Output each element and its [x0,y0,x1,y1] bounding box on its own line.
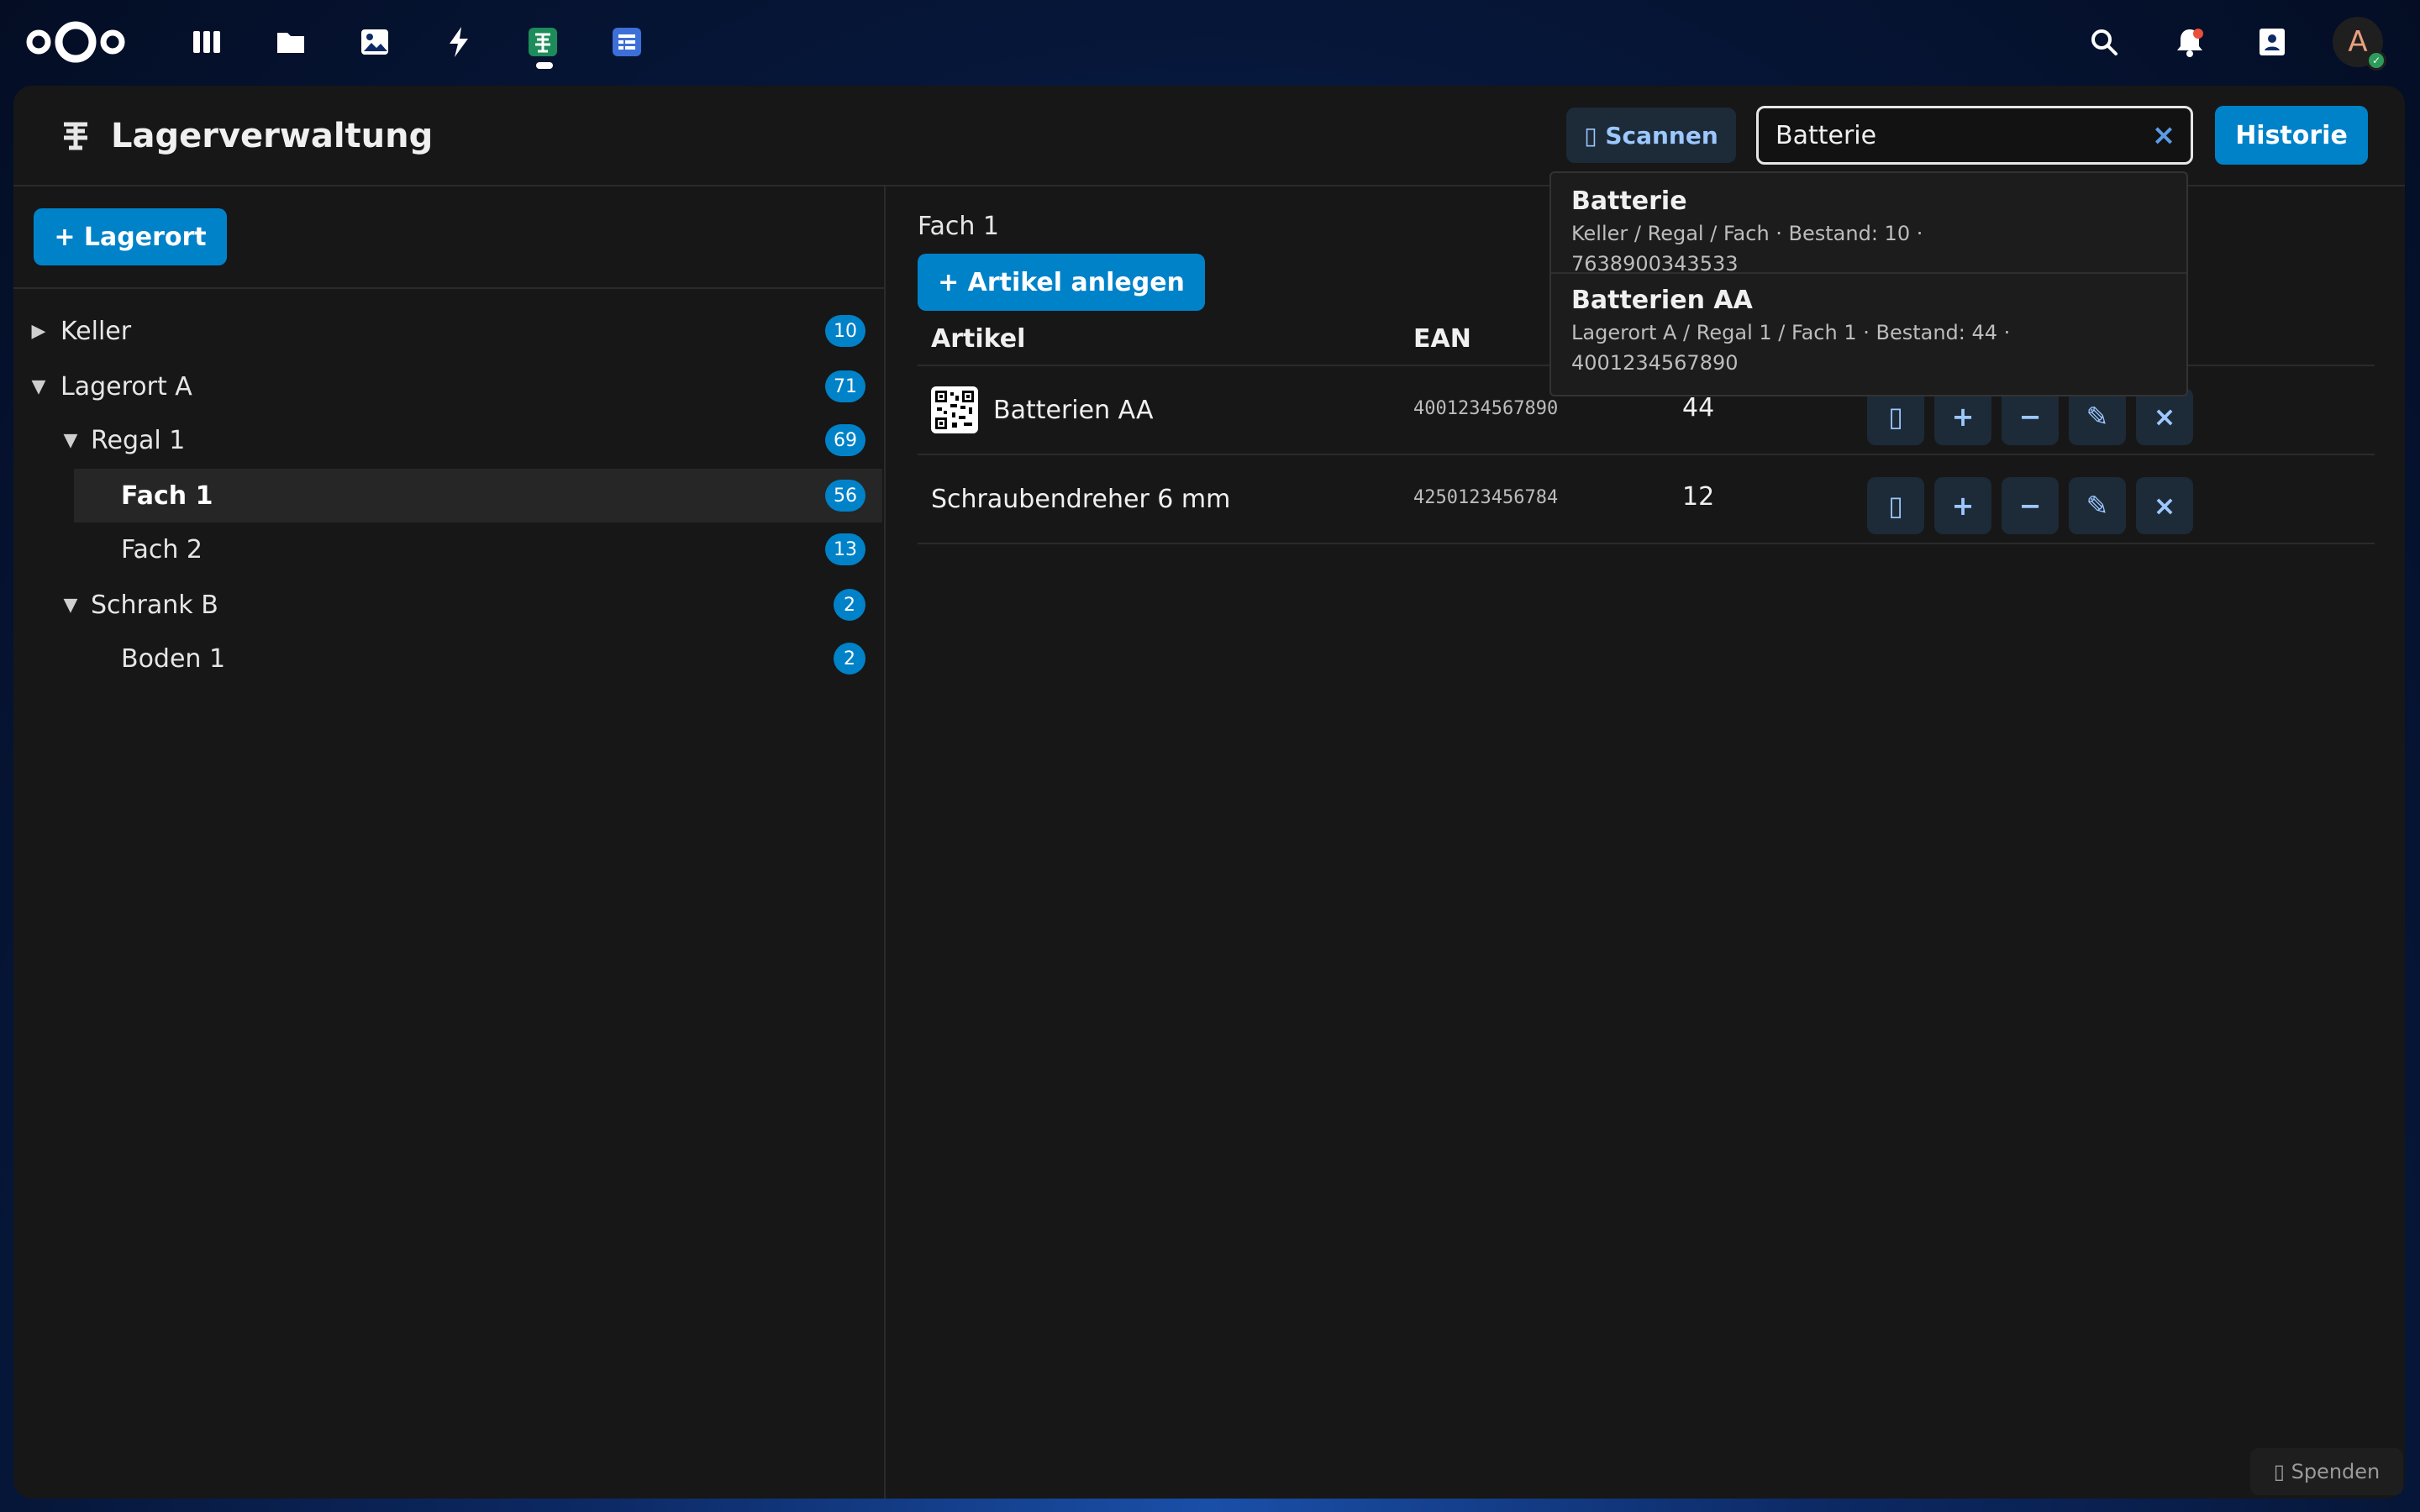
table-row[interactable]: Schraubendreher 6 mm 4250123456784 12 ▯ … [918,455,2375,544]
tree-item-schrank-b[interactable]: ▼ Schrank B 2 [13,578,882,632]
increase-stock-button[interactable]: + [1934,477,1991,534]
history-button[interactable]: Historie [2215,106,2368,165]
search-result-details: Keller / Regal / Fach · Bestand: 10 · 76… [1571,222,1923,276]
collapse-icon[interactable]: ▼ [60,595,81,616]
scan-article-button[interactable]: ▯ [1867,477,1924,534]
tree-item-fach-2[interactable]: Fach 2 13 [13,522,882,576]
qr-code-icon[interactable] [931,386,978,433]
edit-article-button[interactable]: ✎ [2069,477,2126,534]
article-name: Schraubendreher 6 mm [931,484,1231,514]
tree-item-label: Lagerort A [60,371,192,402]
count-badge: 56 [825,480,865,512]
increase-stock-button[interactable]: + [1934,388,1991,445]
contacts-icon[interactable] [2252,22,2292,62]
top-bar: A ✓ [0,0,2420,84]
delete-article-button[interactable]: × [2136,388,2193,445]
breadcrumb: Fach 1 [918,212,1000,241]
notification-dot [2193,29,2203,39]
photos-icon[interactable] [355,22,395,62]
count-badge: 13 [825,533,865,565]
article-ean: 4250123456784 [1413,487,1559,508]
tree-item-lagerort-a[interactable]: ▼ Lagerort A 71 [13,360,882,413]
search-result-title: Batterie [1571,186,1687,216]
forms-app-icon[interactable] [607,22,647,62]
collapse-icon[interactable]: ▼ [60,430,81,451]
location-sidebar: + Lagerort ▶ Keller 10 ▼ Lagerort A 71 ▼… [13,186,886,1499]
decrease-stock-button[interactable]: − [2002,388,2059,445]
tree-item-keller[interactable]: ▶ Keller 10 [13,304,882,358]
scan-button[interactable]: ▯ Scannen [1566,108,1736,163]
search-field[interactable]: × [1756,106,2193,165]
article-name-cell: Schraubendreher 6 mm [931,455,1230,543]
donate-button[interactable]: ▯ Spenden [2250,1448,2403,1495]
online-status-icon: ✓ [2366,50,2386,71]
collapse-icon[interactable]: ▼ [29,376,49,397]
add-article-button[interactable]: + Artikel anlegen [918,254,1205,311]
delete-article-button[interactable]: × [2136,477,2193,534]
sidebar-divider [13,287,884,289]
column-header-article[interactable]: Artikel [931,324,1025,354]
search-result-item[interactable]: Batterie Keller / Regal / Fach · Bestand… [1551,185,2186,276]
search-input[interactable] [1776,108,2137,162]
article-ean: 4001234567890 [1413,398,1559,419]
bell-icon[interactable] [2170,22,2210,62]
row-actions: ▯ + − ✎ × [1867,388,2193,445]
inventory-header-icon [54,114,97,158]
tree-item-label: Regal 1 [91,425,186,455]
article-stock: 12 [1682,482,1715,512]
clear-search-icon[interactable]: × [2149,118,2179,152]
add-location-button[interactable]: + Lagerort [34,208,227,265]
search-result-item[interactable]: Batterien AA Lagerort A / Regal 1 / Fach… [1551,272,2186,395]
inventory-app-icon[interactable] [523,22,563,62]
tree-item-label: Fach 1 [121,480,213,511]
search-result-title: Batterien AA [1571,286,1753,315]
row-actions: ▯ + − ✎ × [1867,477,2193,534]
tree-item-boden-1[interactable]: Boden 1 2 [13,632,882,685]
tree-item-label: Schrank B [91,590,218,620]
edit-article-button[interactable]: ✎ [2069,388,2126,445]
count-badge: 69 [825,424,865,456]
scan-article-button[interactable]: ▯ [1867,388,1924,445]
app-window: Lagerverwaltung ▯ Scannen × Historie + L… [13,86,2405,1499]
column-header-ean[interactable]: EAN [1413,324,1471,354]
page-title: Lagerverwaltung [111,117,434,155]
tree-item-regal-1[interactable]: ▼ Regal 1 69 [13,413,882,467]
tree-item-label: Fach 2 [121,534,203,564]
tree-item-label: Keller [60,316,132,346]
article-name: Batterien AA [993,395,1154,425]
tree-item-fach-1[interactable]: Fach 1 56 [74,469,882,522]
nextcloud-logo-icon[interactable] [24,18,128,66]
count-badge: 2 [834,643,865,675]
decrease-stock-button[interactable]: − [2002,477,2059,534]
search-icon[interactable] [2084,22,2124,62]
article-stock: 44 [1682,393,1715,423]
count-badge: 2 [834,589,865,621]
tree-item-label: Boden 1 [121,643,226,674]
search-results-dropdown: Batterie Keller / Regal / Fach · Bestand… [1549,171,2188,396]
activity-icon[interactable] [439,22,479,62]
count-badge: 10 [825,315,865,347]
article-name-cell: Batterien AA [931,366,1154,454]
dashboard-icon[interactable] [187,22,227,62]
active-app-indicator [536,62,553,69]
files-icon[interactable] [271,22,311,62]
search-result-details: Lagerort A / Regal 1 / Fach 1 · Bestand:… [1571,321,2011,375]
expand-icon[interactable]: ▶ [29,321,49,342]
count-badge: 71 [825,370,865,402]
